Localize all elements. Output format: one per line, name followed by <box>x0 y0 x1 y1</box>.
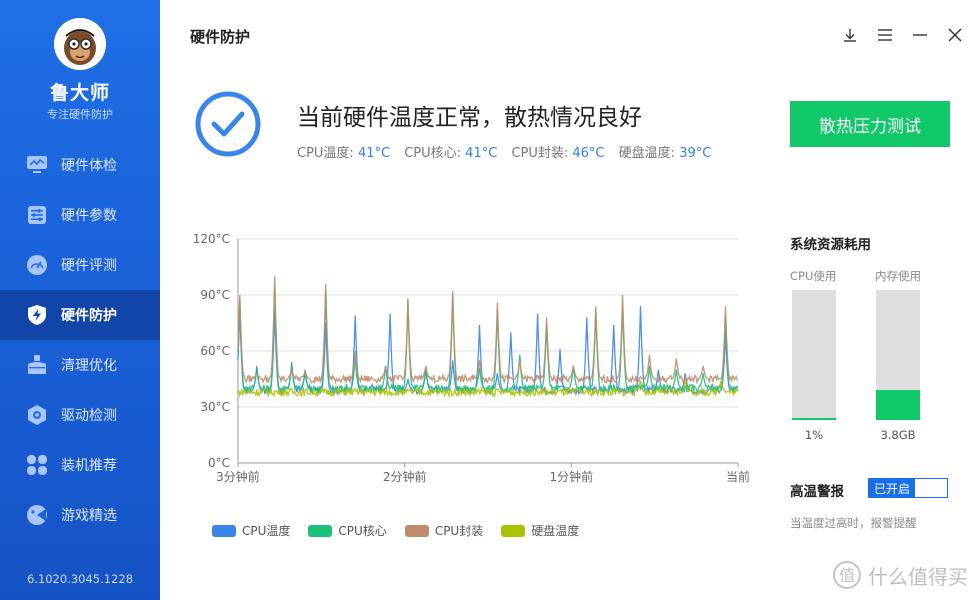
legend-label: CPU封装 <box>434 524 484 538</box>
reading-value: 41°C <box>465 146 498 161</box>
reading-value: 39°C <box>679 146 712 161</box>
y-tick-label: 0°C <box>208 456 230 470</box>
check-circle-icon <box>194 90 262 158</box>
x-tick-label: 1分钟前 <box>550 469 594 484</box>
sidebar-item-cleanup[interactable]: 清理优化 <box>0 340 160 390</box>
x-tick-label: 当前 <box>726 469 750 484</box>
broom-icon <box>26 354 48 376</box>
svg-text:值: 值 <box>839 566 855 585</box>
reading-label: CPU核心: <box>404 146 462 161</box>
y-tick-label: 30°C <box>200 400 230 414</box>
legend-item: CPU核心 <box>308 522 387 539</box>
series-line <box>237 276 739 385</box>
gauge-icon <box>26 254 48 276</box>
gear-hex-icon <box>26 404 48 426</box>
toggle-on-label: 已开启 <box>869 479 915 497</box>
alarm-description: 当温度过高时，报警提醒 <box>790 516 917 530</box>
sidebar-item-hardware-check[interactable]: 硬件体检 <box>0 140 160 190</box>
version-text: 6.1020.3045.1228 <box>26 572 134 586</box>
menu-icon[interactable] <box>876 26 894 44</box>
x-tick-label: 2分钟前 <box>383 469 427 484</box>
memory-usage-label: 内存使用 <box>875 269 921 283</box>
sidebar-item-label: 硬件评测 <box>61 258 117 274</box>
sidebar-item-label: 硬件防护 <box>61 308 117 324</box>
sidebar-item-label: 硬件参数 <box>61 208 117 224</box>
high-temp-alarm-label: 高温警报 <box>790 484 844 500</box>
watermark-logo-icon: 值 <box>833 561 861 589</box>
reading-label: CPU封装: <box>511 146 569 161</box>
sidebar-item-label: 硬件体检 <box>61 158 117 174</box>
avatar[interactable] <box>54 18 106 70</box>
legend-item: CPU封装 <box>404 522 484 539</box>
app-tagline: 专注硬件防护 <box>47 108 113 121</box>
sidebar-item-label: 游戏精选 <box>61 508 117 524</box>
legend-item: CPU温度 <box>212 522 290 539</box>
gamepad-icon <box>26 504 48 526</box>
status-title: 当前硬件温度正常，散热情况良好 <box>297 105 642 131</box>
sidebar-item-hardware-bench[interactable]: 硬件评测 <box>0 240 160 290</box>
download-icon[interactable] <box>841 26 859 44</box>
legend-swatch <box>308 524 333 537</box>
grid-petals-icon <box>26 454 48 476</box>
y-tick-label: 90°C <box>200 288 230 302</box>
legend-item: 硬盘温度 <box>501 522 579 539</box>
series-line <box>237 283 739 395</box>
cpu-usage-fill <box>792 418 836 420</box>
y-tick-label: 120°C <box>193 232 230 246</box>
reading-value: 46°C <box>572 146 605 161</box>
temperature-chart: 120°C 90°C 60°C 30°C 0°C3分钟前 2分钟前 1分钟前 当前 <box>193 232 750 484</box>
sidebar-item-label: 装机推荐 <box>61 458 117 474</box>
memory-usage-bar <box>876 290 920 420</box>
chart-legend: CPU温度 CPU核心 CPU封装 硬盘温度 <box>212 522 597 539</box>
watermark-text: 什么值得买 <box>868 564 968 589</box>
reading-label: 硬盘温度: <box>618 146 676 161</box>
sidebar-item-driver[interactable]: 驱动检测 <box>0 390 160 440</box>
sidebar: 鲁大师 专注硬件防护 硬件体检 硬件参数 硬件评测 硬件防护 清理优化 驱动检测… <box>0 0 160 600</box>
sliders-icon <box>26 204 48 226</box>
high-temp-alarm-toggle[interactable]: 已开启 <box>868 478 948 498</box>
sidebar-item-games[interactable]: 游戏精选 <box>0 490 160 540</box>
minimize-icon[interactable] <box>911 26 929 44</box>
shield-bolt-icon <box>26 304 48 326</box>
memory-usage-value: 3.8GB <box>880 428 916 442</box>
app-name: 鲁大师 <box>49 82 110 104</box>
sidebar-item-hardware-protect[interactable]: 硬件防护 <box>0 290 160 340</box>
watermark: 值 什么值得买 <box>832 560 968 590</box>
x-tick-label: 3分钟前 <box>216 469 260 484</box>
legend-label: CPU温度 <box>242 524 291 538</box>
resource-title: 系统资源耗用 <box>790 237 871 253</box>
close-icon[interactable] <box>946 26 964 44</box>
y-tick-label: 60°C <box>200 344 230 358</box>
legend-label: 硬盘温度 <box>531 524 580 538</box>
reading-value: 41°C <box>357 146 391 161</box>
reading-label: CPU温度: <box>297 146 354 161</box>
cpu-usage-value: 1% <box>804 428 824 442</box>
sidebar-item-hardware-params[interactable]: 硬件参数 <box>0 190 160 240</box>
legend-swatch <box>501 524 526 537</box>
cpu-usage-bar <box>792 290 836 420</box>
sidebar-item-recommend[interactable]: 装机推荐 <box>0 440 160 490</box>
page-title: 硬件防护 <box>190 28 251 46</box>
stress-test-button[interactable]: 散热压力测试 <box>790 101 950 147</box>
memory-usage-fill <box>876 390 920 420</box>
legend-swatch <box>404 524 429 537</box>
monitor-icon <box>26 154 48 176</box>
sidebar-item-label: 清理优化 <box>61 358 117 374</box>
sidebar-item-label: 驱动检测 <box>61 408 117 424</box>
legend-swatch <box>212 524 236 537</box>
cpu-usage-label: CPU使用 <box>790 269 837 283</box>
legend-label: CPU核心 <box>338 524 387 538</box>
temperature-readings: CPU温度: 41°C CPU核心: 41°C CPU封装: 46°C 硬盘温度… <box>297 142 721 161</box>
sidebar-nav: 硬件体检 硬件参数 硬件评测 硬件防护 清理优化 驱动检测 装机推荐 游戏精选 <box>0 140 160 540</box>
